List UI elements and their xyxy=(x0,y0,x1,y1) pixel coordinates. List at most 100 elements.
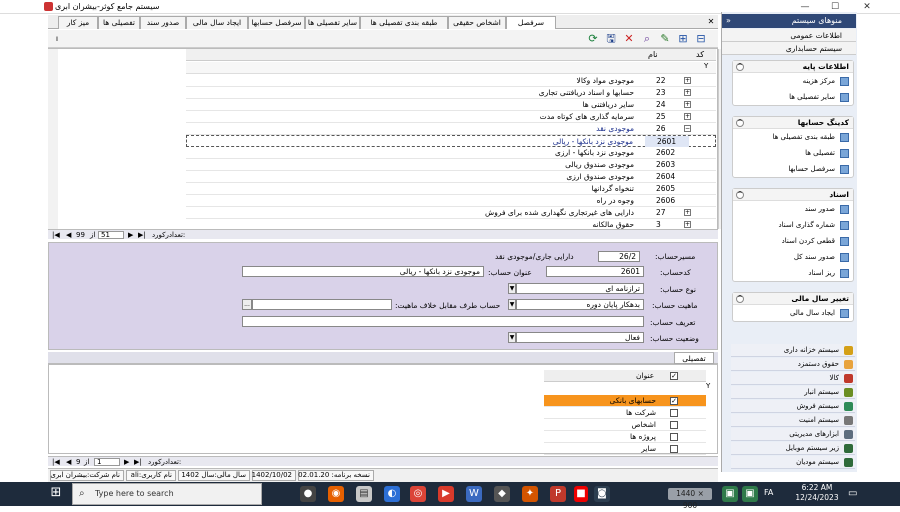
filter-icon[interactable]: Y xyxy=(704,62,708,70)
table-row[interactable]: 2604 موجودی صندوق ارزی xyxy=(186,171,716,183)
table-row[interactable]: 27 دارایی های غیرتجاری نگهداری شده برای ف… xyxy=(186,207,716,219)
table-row[interactable]: 26 موجودی نقد − xyxy=(186,123,716,135)
subsystem-item[interactable]: حقوق دستمزد xyxy=(731,358,855,371)
subsystem-item[interactable]: زیر سیستم موبایل xyxy=(731,442,855,455)
tab-sodoor-sanad[interactable]: صدور سند xyxy=(140,16,186,29)
subsystem-item[interactable]: کالا xyxy=(731,372,855,385)
collapse-menu-icon[interactable]: « xyxy=(726,14,731,28)
tab-tafsili[interactable]: تفصیلی ها xyxy=(98,16,140,29)
kowsar-icon[interactable]: ✦ xyxy=(522,486,538,502)
opposite-browse-button[interactable]: ... xyxy=(242,299,252,310)
select-all-checkbox[interactable]: ✓ xyxy=(670,372,678,380)
menu-section-header[interactable]: اسناد ^ xyxy=(733,189,853,201)
path-code-field[interactable]: 26/2 xyxy=(598,251,640,262)
notification-icon[interactable]: ▭ xyxy=(848,486,862,502)
menu-item[interactable]: مرکز هزینه xyxy=(733,73,853,89)
title-field[interactable]: موجودی نزد بانکها - ریالی xyxy=(242,266,484,277)
menu-item[interactable]: صدور سند کل xyxy=(733,249,853,265)
expand-toggle-icon[interactable]: + xyxy=(684,209,691,216)
attachments-tab[interactable]: تفصیلی xyxy=(674,352,714,364)
windows-start-icon[interactable]: ⊞ xyxy=(48,485,64,501)
attachment-row[interactable]: شرکت ها xyxy=(544,407,706,419)
nature-dropdown-icon[interactable]: ▼ xyxy=(508,299,516,310)
edit-icon[interactable]: ✎ xyxy=(658,32,672,46)
table-row[interactable]: 25 سرمایه گذاری های کوتاه مدت + xyxy=(186,111,716,123)
prev-page-icon[interactable]: ◀ xyxy=(66,457,71,467)
tab-ijad-sal[interactable]: ایجاد سال مالی xyxy=(186,16,248,29)
attachment-row[interactable]: پروژه ها xyxy=(544,431,706,443)
expand-toggle-icon[interactable]: − xyxy=(684,125,691,132)
subsystem-item[interactable]: سیستم فروش xyxy=(731,400,855,413)
opposite-field[interactable] xyxy=(252,299,392,310)
attach-filter-icon[interactable]: Y xyxy=(706,382,710,390)
camera-icon[interactable]: ◙ xyxy=(594,486,610,502)
menu-section-header[interactable]: تغییر سال مالی ^ xyxy=(733,293,853,305)
type-field[interactable]: ترازنامه ای xyxy=(516,283,644,294)
app-icon[interactable]: ◆ xyxy=(494,486,510,502)
status-dropdown-icon[interactable]: ▼ xyxy=(508,332,516,343)
powerpoint-icon[interactable]: P xyxy=(550,486,566,502)
table-row[interactable]: 2605 تنخواه گردانها xyxy=(186,183,716,195)
collapse-section-icon[interactable]: ^ xyxy=(736,295,744,303)
chrome-icon[interactable]: ◎ xyxy=(410,486,426,502)
last-page-icon[interactable]: ▶| xyxy=(134,457,142,467)
expand-toggle-icon[interactable]: + xyxy=(684,89,691,96)
menu-item[interactable]: تفصیلی ها xyxy=(733,145,853,161)
tab-sayer-tafsili[interactable]: سایر تفصیلی ها xyxy=(305,16,360,29)
last-page-icon[interactable]: ▶| xyxy=(138,230,146,240)
close-tab-icon[interactable]: ✕ xyxy=(706,16,716,27)
table-row[interactable]: 24 سایر دریافتنی ها + xyxy=(186,99,716,111)
menu-item[interactable]: شماره گذاری اسناد xyxy=(733,217,853,233)
page-input[interactable]: 51 xyxy=(98,231,124,239)
subsystem-item[interactable]: ابزارهای مدیریتی xyxy=(731,428,855,441)
prev-page-icon[interactable]: ◀ xyxy=(66,230,71,240)
subsystem-item[interactable]: سیستم امنیت xyxy=(731,414,855,427)
attachment-checkbox[interactable]: ✓ xyxy=(670,397,678,405)
menu-item[interactable]: قطعی کردن اسناد xyxy=(733,233,853,249)
subsystem-item[interactable]: سیستم انبار xyxy=(731,386,855,399)
attachment-row[interactable]: حسابهای بانکی ✓ xyxy=(544,395,706,407)
notes-icon[interactable]: ▤ xyxy=(356,486,372,502)
menu-item[interactable]: سرفصل حسابها xyxy=(733,161,853,177)
menu-section-header[interactable]: کدینگ حسابها ^ xyxy=(733,117,853,129)
pin-icon[interactable]: ı xyxy=(50,32,64,46)
type-dropdown-icon[interactable]: ▼ xyxy=(508,283,516,294)
subsystem-item[interactable]: سیستم مودیان xyxy=(731,456,855,469)
attachment-row[interactable]: اشخاص xyxy=(544,419,706,431)
filter-row[interactable]: Y xyxy=(186,62,716,74)
collapse-section-icon[interactable]: ^ xyxy=(736,63,744,71)
subsystem-item[interactable]: سیستم خزانه داری xyxy=(731,344,855,357)
firefox-icon[interactable]: ◉ xyxy=(328,486,344,502)
menu-item[interactable]: ریز اسناد xyxy=(733,265,853,281)
red-app-icon[interactable]: ■ xyxy=(574,486,588,502)
nature-field[interactable]: بدهکار پایان دوره xyxy=(516,299,644,310)
word-icon[interactable]: W xyxy=(466,486,482,502)
menu-item[interactable]: ایجاد سال مالی xyxy=(733,305,853,321)
table-row[interactable]: 2603 موجودی صندوق ریالی xyxy=(186,159,716,171)
left-scrollbar[interactable] xyxy=(48,49,58,229)
taskbar-search[interactable]: ⌕ Type here to search xyxy=(72,483,262,505)
search-icon[interactable]: ⌕ xyxy=(640,32,654,46)
hierarchy-icon[interactable]: ⊟ xyxy=(694,32,708,46)
tab-sarfasl-2[interactable]: سرفصل حسابها xyxy=(248,16,305,29)
menu-section-header[interactable]: اطلاعات پایه ^ xyxy=(733,61,853,73)
nav-general-info[interactable]: اطلاعات عمومی xyxy=(722,29,856,42)
first-page-icon[interactable]: |◀ xyxy=(52,457,60,467)
taskbar-clock[interactable]: 6:22 AM 12/24/2023 xyxy=(792,483,842,503)
attachment-checkbox[interactable] xyxy=(670,433,678,441)
edge-icon[interactable]: ◐ xyxy=(384,486,400,502)
menu-item[interactable]: سایر تفصیلی ها xyxy=(733,89,853,105)
menu-item[interactable]: صدور سند xyxy=(733,201,853,217)
status-field[interactable]: فعال xyxy=(516,332,644,343)
save-icon[interactable]: 🖫 xyxy=(604,32,618,46)
page-input[interactable]: 1 xyxy=(94,458,120,466)
expand-toggle-icon[interactable]: + xyxy=(684,77,691,84)
next-page-icon[interactable]: ▶ xyxy=(128,230,133,240)
first-page-icon[interactable]: |◀ xyxy=(52,230,60,240)
table-row[interactable]: 2602 موجودی نزد بانکها - ارزی xyxy=(186,147,716,159)
attachment-row[interactable]: سایر xyxy=(544,443,706,455)
table-row[interactable]: 23 حسابها و اسناد دریافتنی تجاری + xyxy=(186,87,716,99)
media-icon[interactable]: ▶ xyxy=(438,486,454,502)
refresh-icon[interactable]: ⟳ xyxy=(586,32,600,46)
tray-icon-1[interactable]: ▣ xyxy=(722,486,738,502)
